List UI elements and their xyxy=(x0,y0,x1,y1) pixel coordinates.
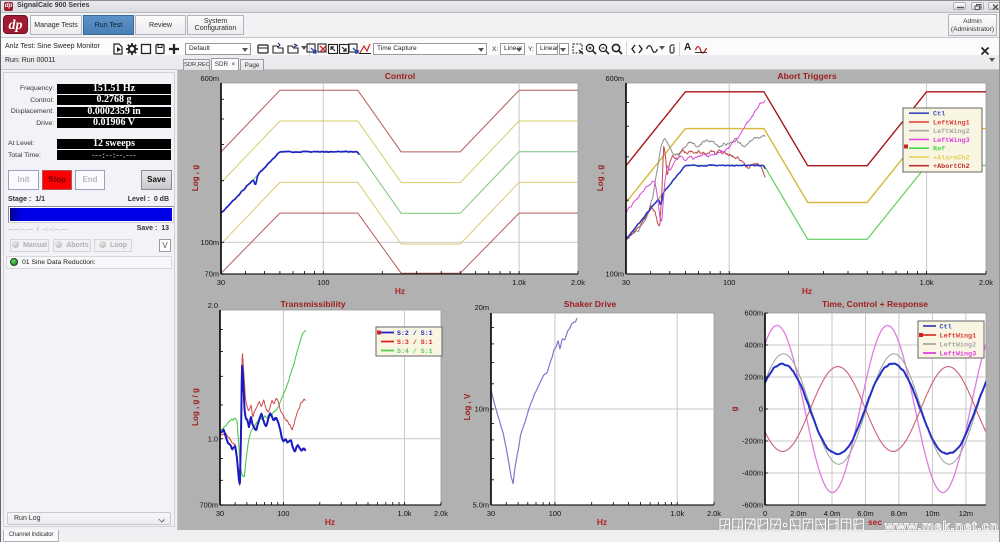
svg-text:LeftWing3: LeftWing3 xyxy=(940,350,977,358)
svg-text:Hz: Hz xyxy=(597,517,607,527)
svg-text:Hz: Hz xyxy=(395,286,405,296)
svg-text:-600m: -600m xyxy=(742,501,763,510)
svg-text:Log , g: Log , g xyxy=(596,165,605,191)
svg-text:LeftWing1: LeftWing1 xyxy=(933,119,970,127)
svg-text:0: 0 xyxy=(759,405,763,414)
svg-text:S:3 / S:1: S:3 / S:1 xyxy=(397,339,433,346)
svg-text:30: 30 xyxy=(487,509,495,518)
svg-text:Log , g / g: Log , g / g xyxy=(191,388,200,426)
svg-text:10m: 10m xyxy=(475,405,489,414)
svg-text:1.0k: 1.0k xyxy=(398,509,412,518)
svg-text:100m: 100m xyxy=(201,238,220,247)
svg-text:100: 100 xyxy=(723,278,735,287)
svg-text:Control: Control xyxy=(385,71,416,81)
svg-text:Abort Triggers: Abort Triggers xyxy=(777,71,836,81)
svg-text:Log , g: Log , g xyxy=(191,165,200,191)
svg-text:Hz: Hz xyxy=(802,286,812,296)
svg-text:Transmissibility: Transmissibility xyxy=(281,299,346,309)
svg-text:+AbortCh2: +AbortCh2 xyxy=(933,163,970,171)
svg-text:1.0k: 1.0k xyxy=(920,278,934,287)
svg-text:2.0: 2.0 xyxy=(208,301,218,310)
svg-text:2.0k: 2.0k xyxy=(434,509,448,518)
svg-text:200m: 200m xyxy=(745,373,764,382)
svg-text:Shaker Drive: Shaker Drive xyxy=(564,299,617,309)
svg-text:100: 100 xyxy=(549,509,561,518)
svg-text:www.mek.net.cn: www.mek.net.cn xyxy=(884,519,999,534)
svg-text:1.0k: 1.0k xyxy=(670,509,684,518)
svg-text:1.0: 1.0 xyxy=(208,434,218,443)
svg-text:S:2 / S:1: S:2 / S:1 xyxy=(397,330,433,337)
svg-text:LeftWing2: LeftWing2 xyxy=(933,128,970,136)
svg-text:2.0k: 2.0k xyxy=(571,278,585,287)
svg-text:400m: 400m xyxy=(745,341,764,350)
svg-text:Hz: Hz xyxy=(325,517,335,527)
svg-text:600m: 600m xyxy=(201,74,220,83)
svg-text:20m: 20m xyxy=(475,303,489,312)
svg-text:30: 30 xyxy=(216,509,224,518)
svg-text:30: 30 xyxy=(217,278,225,287)
svg-text:LeftWing2: LeftWing2 xyxy=(940,341,977,349)
svg-text:Time, Control + Response: Time, Control + Response xyxy=(822,299,928,309)
svg-text:600m: 600m xyxy=(606,74,625,83)
svg-text:600m: 600m xyxy=(745,309,764,318)
svg-text:1.0k: 1.0k xyxy=(512,278,526,287)
svg-text:100: 100 xyxy=(277,509,289,518)
svg-text:100: 100 xyxy=(317,278,329,287)
svg-text:2.0k: 2.0k xyxy=(979,278,993,287)
svg-text:Ref: Ref xyxy=(933,146,945,154)
svg-text:Ctl: Ctl xyxy=(940,323,952,331)
svg-text:+AlarmCh2: +AlarmCh2 xyxy=(933,154,970,162)
svg-text:g: g xyxy=(730,406,739,411)
svg-text:LeftWing1: LeftWing1 xyxy=(940,332,977,340)
svg-text:30: 30 xyxy=(622,278,630,287)
svg-text:LeftWing3: LeftWing3 xyxy=(933,137,970,145)
svg-text:-200m: -200m xyxy=(742,437,763,446)
svg-text:S:4 / S:1: S:4 / S:1 xyxy=(397,348,433,355)
svg-text:-400m: -400m xyxy=(742,469,763,478)
svg-text:Log , V: Log , V xyxy=(463,393,472,420)
svg-text:Ctl: Ctl xyxy=(933,111,945,119)
